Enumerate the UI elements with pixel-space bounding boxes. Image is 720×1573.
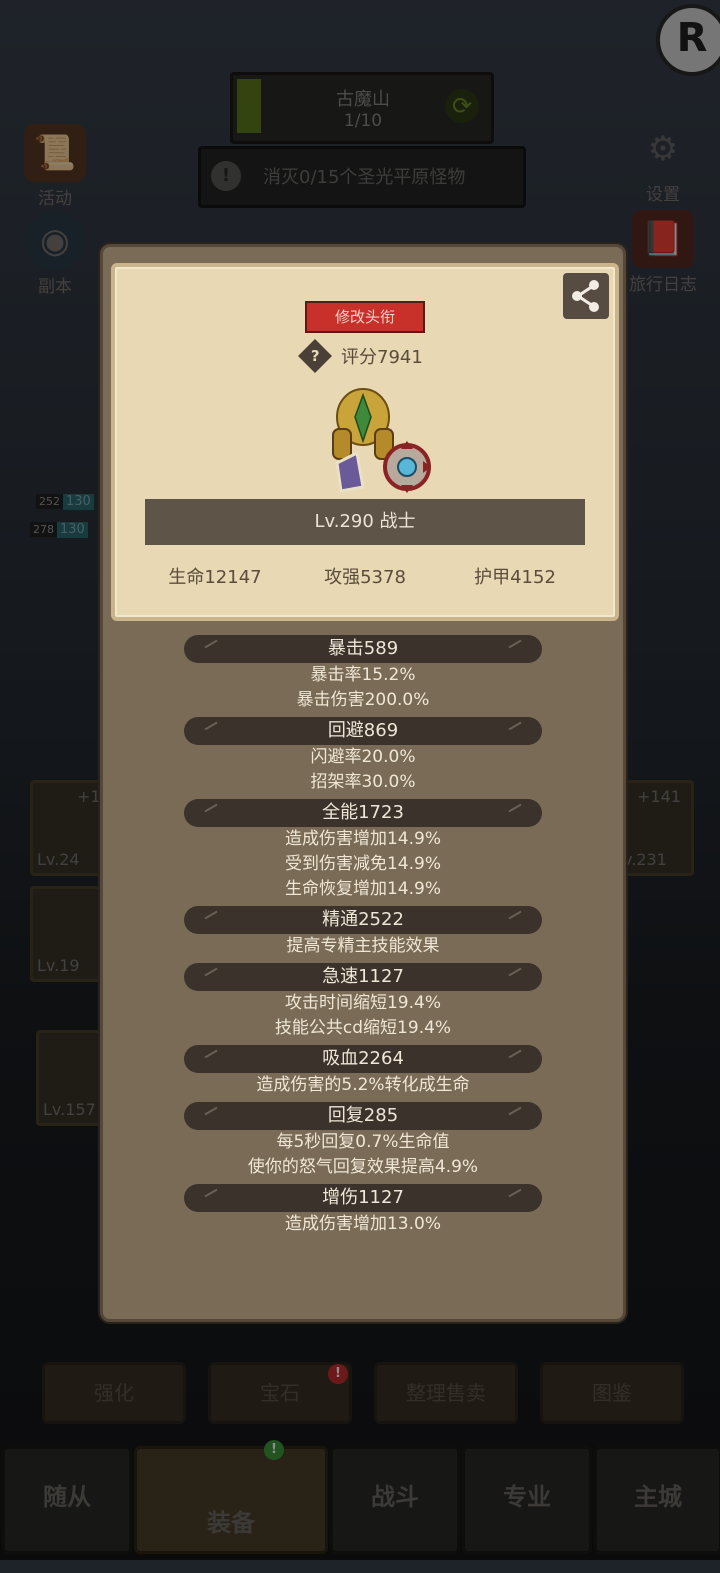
profile-card: 修改头衔 ? 评分7941 Lv.290 战士 生命12147 攻强5378 护… [111, 263, 619, 621]
attribute-detail: 闪避率20.0% [310, 747, 416, 767]
attribute-list: 暴击589 暴击率15.2% 暴击伤害200.0% 回避869 闪避率20.0%… [103, 631, 623, 1237]
level-class-banner: Lv.290 战士 [145, 499, 585, 545]
hp-stat: 生命12147 [168, 567, 262, 588]
attack-stat: 攻强5378 [324, 567, 406, 588]
attribute-detail: 造成伤害增加13.0% [284, 1214, 441, 1234]
attribute-detail: 招架率30.0% [310, 772, 416, 792]
help-icon[interactable]: ? [298, 339, 332, 373]
attribute-detail: 暴击率15.2% [310, 665, 416, 685]
attribute-header: 精通2522 [184, 906, 542, 934]
share-icon [572, 280, 599, 312]
character-stats-modal: 修改头衔 ? 评分7941 Lv.290 战士 生命12147 攻强5378 护… [100, 244, 626, 1322]
attribute-detail: 造成伤害增加14.9% [284, 829, 441, 849]
attribute-detail: 每5秒回复0.7%生命值 [276, 1132, 450, 1152]
rename-title-button[interactable]: 修改头衔 [305, 301, 425, 333]
attribute-detail: 生命恢复增加14.9% [284, 879, 441, 899]
score-row: ? 评分7941 [298, 339, 423, 373]
attribute-detail: 攻击时间缩短19.4% [284, 993, 441, 1013]
attribute-detail: 受到伤害减免14.9% [284, 854, 441, 874]
armor-stat: 护甲4152 [474, 567, 556, 588]
attribute-detail: 提高专精主技能效果 [286, 936, 440, 956]
attribute-detail: 暴击伤害200.0% [296, 690, 430, 710]
attribute-detail: 使你的怒气回复效果提高4.9% [247, 1157, 479, 1177]
warrior-portrait-icon [332, 388, 431, 493]
attribute-detail: 造成伤害的5.2%转化成生命 [256, 1075, 470, 1095]
attribute-header: 吸血2264 [184, 1045, 542, 1073]
attribute-header: 回避869 [184, 717, 542, 745]
attribute-header: 全能1723 [184, 799, 542, 827]
attribute-header: 暴击589 [184, 635, 542, 663]
attribute-header: 急速1127 [184, 963, 542, 991]
attribute-header: 回复285 [184, 1102, 542, 1130]
attribute-header: 增伤1127 [184, 1184, 542, 1212]
score-text: 评分7941 [341, 347, 423, 368]
attribute-detail: 技能公共cd缩短19.4% [274, 1018, 452, 1038]
share-button[interactable] [563, 273, 609, 319]
